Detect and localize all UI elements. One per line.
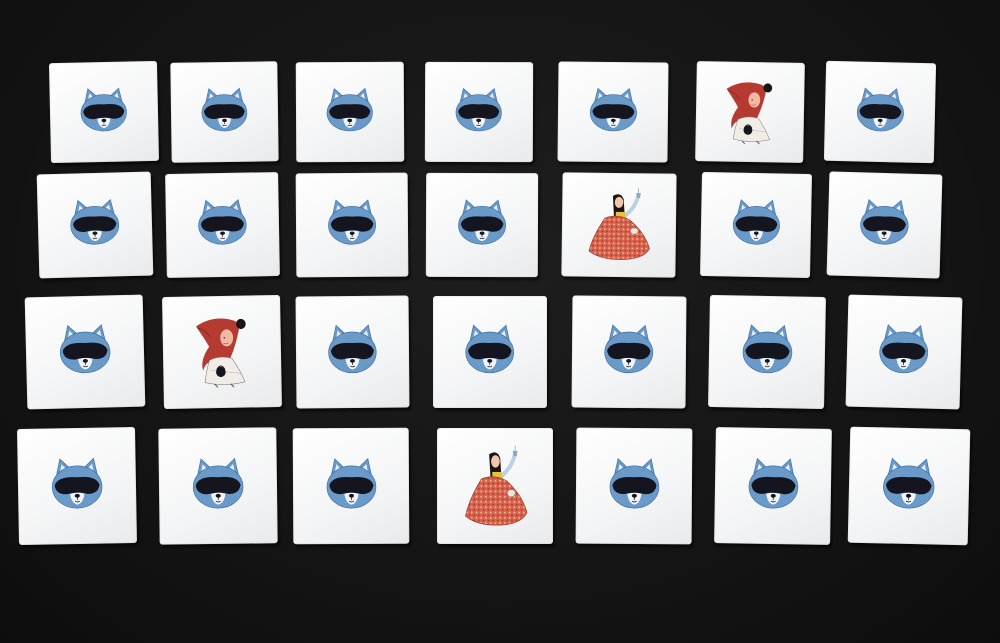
raccoon-face-icon: [36, 441, 118, 531]
memory-card[interactable]: [437, 428, 553, 544]
memory-card[interactable]: [845, 294, 963, 410]
memory-card[interactable]: [292, 427, 410, 545]
memory-card[interactable]: [295, 172, 409, 278]
raccoon-face-icon: [727, 309, 807, 395]
memory-card[interactable]: [36, 171, 154, 279]
memory-card[interactable]: [24, 294, 146, 410]
memory-card[interactable]: [575, 427, 693, 545]
memory-card[interactable]: [571, 295, 687, 409]
raccoon-face-icon: [444, 185, 520, 264]
raccoon-face-icon: [177, 441, 258, 530]
raccoon-face-icon: [442, 74, 516, 150]
memory-card[interactable]: [700, 171, 812, 279]
memory-card[interactable]: [823, 60, 937, 164]
red-hood-girl-icon: [713, 73, 788, 150]
memory-card[interactable]: [561, 172, 677, 278]
raccoon-face-icon: [718, 185, 794, 265]
raccoon-face-icon: [845, 184, 924, 265]
raccoon-face-icon: [314, 185, 391, 265]
memory-card[interactable]: [170, 61, 279, 163]
memory-card[interactable]: [165, 172, 280, 278]
memory-card[interactable]: [425, 172, 539, 278]
raccoon-face-icon: [311, 442, 390, 531]
seated-woman-icon: [456, 442, 535, 530]
raccoon-face-icon: [867, 441, 951, 531]
memory-card[interactable]: [295, 61, 405, 163]
raccoon-face-icon: [590, 309, 668, 395]
memory-card[interactable]: [557, 61, 669, 163]
raccoon-face-icon: [55, 184, 135, 265]
raccoon-face-icon: [183, 185, 261, 265]
memory-card[interactable]: [424, 61, 534, 163]
memory-card[interactable]: [162, 294, 282, 410]
raccoon-face-icon: [575, 74, 651, 151]
red-hood-girl-icon: [181, 309, 263, 395]
raccoon-face-icon: [733, 441, 813, 530]
memory-card[interactable]: [826, 171, 943, 279]
raccoon-face-icon: [44, 308, 126, 395]
raccoon-face-icon: [66, 73, 141, 151]
memory-card[interactable]: [847, 426, 971, 546]
memory-card[interactable]: [158, 427, 278, 545]
memory-card[interactable]: [695, 61, 805, 163]
memory-card[interactable]: [714, 427, 832, 545]
memory-card[interactable]: [48, 60, 160, 164]
seated-woman-icon: [580, 185, 658, 265]
raccoon-face-icon: [188, 73, 262, 150]
raccoon-face-icon: [864, 308, 944, 395]
memory-card[interactable]: [433, 296, 547, 408]
memory-card[interactable]: [708, 294, 826, 410]
raccoon-face-icon: [594, 442, 673, 531]
black-tabletop: [0, 0, 1000, 643]
memory-card[interactable]: [295, 295, 410, 409]
raccoon-face-icon: [451, 309, 529, 394]
memory-card[interactable]: [16, 426, 138, 546]
raccoon-face-icon: [314, 309, 392, 395]
raccoon-face-icon: [313, 74, 387, 150]
raccoon-face-icon: [842, 73, 919, 151]
